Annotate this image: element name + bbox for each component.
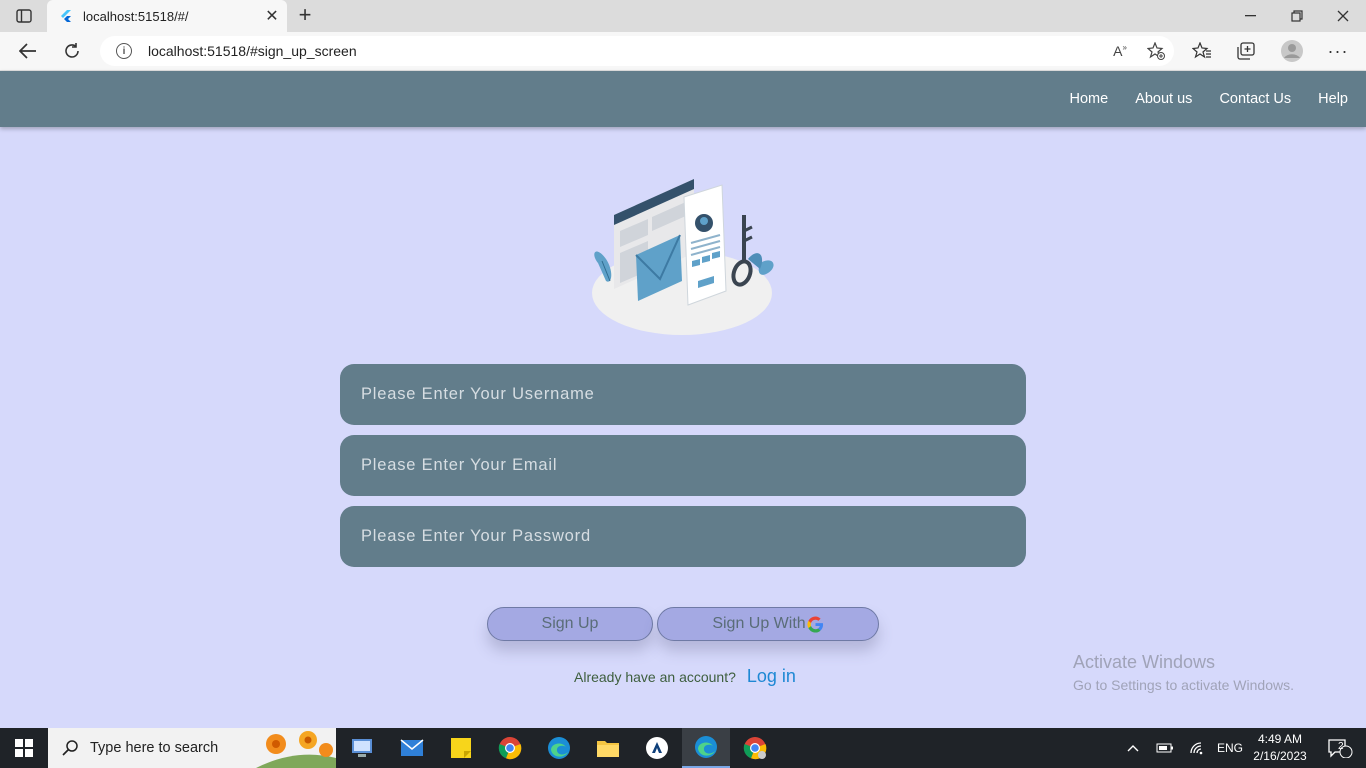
add-favorite-icon[interactable]	[1138, 42, 1174, 60]
password-input[interactable]	[340, 506, 1026, 567]
app-header: Home About us Contact Us Help	[0, 71, 1366, 127]
username-field[interactable]	[340, 364, 1026, 425]
restore-icon[interactable]	[1274, 0, 1320, 32]
login-row: Already have an account? Log in	[574, 666, 796, 687]
edge-active-icon[interactable]	[682, 728, 730, 768]
nav-about-us[interactable]: About us	[1135, 91, 1192, 107]
site-info-icon[interactable]: i	[116, 43, 132, 59]
refresh-icon[interactable]	[56, 37, 88, 65]
tab-actions-icon[interactable]	[8, 4, 40, 28]
sign-up-google-button[interactable]: Sign Up With	[657, 607, 879, 641]
new-tab-icon[interactable]: +	[292, 4, 318, 28]
windows-start-icon[interactable]	[0, 728, 48, 768]
browser-tab-bar: localhost:51518/#/ ✕ +	[0, 0, 1366, 32]
password-field[interactable]	[340, 506, 1026, 567]
google-icon	[807, 615, 823, 633]
nav-contact-us[interactable]: Contact Us	[1219, 91, 1291, 107]
nav-help[interactable]: Help	[1318, 91, 1348, 107]
chrome-icon[interactable]	[486, 728, 534, 768]
chrome-profile-icon[interactable]	[731, 728, 779, 768]
tab-title: localhost:51518/#/	[83, 8, 189, 24]
more-menu-icon[interactable]: ···	[1320, 37, 1356, 65]
taskbar-app-icon[interactable]	[338, 728, 386, 768]
language-indicator[interactable]: ENG	[1214, 728, 1246, 768]
address-bar-row: i localhost:51518/#sign_up_screen A» ···	[0, 32, 1366, 71]
url-text: localhost:51518/#sign_up_screen	[148, 43, 357, 59]
clock[interactable]: 4:49 AM 2/16/2023	[1250, 731, 1310, 765]
windows-taskbar: Type here to search ENG 4:49 AM 2/16/202…	[0, 728, 1366, 768]
close-window-icon[interactable]	[1320, 0, 1366, 32]
edge-icon[interactable]	[535, 728, 583, 768]
close-tab-icon[interactable]: ✕	[257, 6, 287, 26]
nav-home[interactable]: Home	[1070, 91, 1109, 107]
minimize-icon[interactable]	[1228, 0, 1274, 32]
profile-avatar[interactable]	[1274, 37, 1310, 65]
notifications-icon[interactable]: 2	[1320, 728, 1360, 768]
sticky-notes-icon[interactable]	[437, 728, 485, 768]
top-nav: Home About us Contact Us Help	[1043, 71, 1349, 127]
flutter-icon	[61, 10, 71, 22]
file-explorer-icon[interactable]	[584, 728, 632, 768]
read-aloud-icon[interactable]: A»	[1102, 43, 1138, 59]
app-icon-blue[interactable]	[633, 728, 681, 768]
favorites-icon[interactable]	[1184, 37, 1220, 65]
watermark-subtitle: Go to Settings to activate Windows.	[1073, 677, 1294, 693]
battery-icon[interactable]	[1154, 728, 1176, 768]
clock-date: 2/16/2023	[1253, 749, 1307, 763]
clock-time: 4:49 AM	[1257, 732, 1303, 746]
browser-tab[interactable]: localhost:51518/#/ ✕	[47, 0, 287, 32]
url-field[interactable]: i localhost:51518/#sign_up_screen A»	[100, 36, 1174, 66]
notification-count: 2	[1338, 741, 1344, 752]
email-field[interactable]	[340, 435, 1026, 496]
taskbar-search[interactable]: Type here to search	[48, 728, 336, 768]
chevron-up-icon[interactable]	[1122, 728, 1144, 768]
flowers-icon	[256, 731, 336, 768]
activate-windows-watermark: Activate Windows Go to Settings to activ…	[1073, 652, 1294, 693]
mail-icon[interactable]	[388, 728, 436, 768]
sign-up-google-label: Sign Up With	[712, 615, 806, 632]
search-placeholder: Type here to search	[90, 740, 219, 756]
collections-icon[interactable]	[1228, 37, 1264, 65]
search-icon	[62, 740, 78, 756]
login-link[interactable]: Log in	[747, 666, 796, 687]
wifi-icon[interactable]	[1186, 728, 1210, 768]
back-icon[interactable]	[12, 37, 44, 65]
sign-up-label: Sign Up	[541, 615, 599, 632]
signup-illustration	[592, 179, 774, 335]
username-input[interactable]	[340, 364, 1026, 425]
email-input[interactable]	[340, 435, 1026, 496]
watermark-title: Activate Windows	[1073, 652, 1216, 672]
sign-up-button[interactable]: Sign Up	[487, 607, 653, 641]
login-prompt: Already have an account?	[574, 668, 736, 685]
